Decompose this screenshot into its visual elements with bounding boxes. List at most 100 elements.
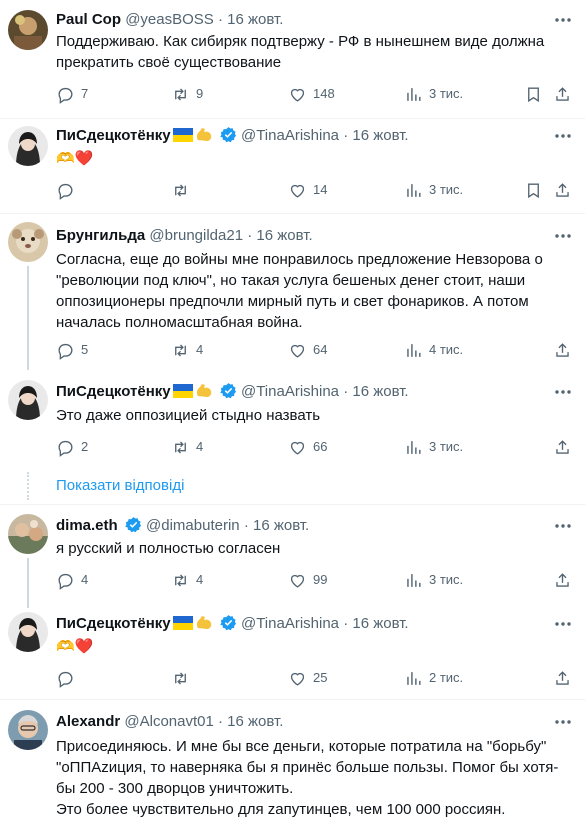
views-button[interactable]: 3 тис. (404, 570, 463, 590)
views-button[interactable]: 3 тис. (404, 437, 463, 457)
reply-icon (58, 573, 73, 590)
tweet[interactable]: dima.eth @dimabuterin · 16 жовт. я русск… (0, 505, 585, 608)
tweet-date[interactable]: 16 жовт. (253, 517, 309, 534)
author-handle[interactable]: @TinaArishina (241, 383, 339, 400)
author-name[interactable]: ПиСдецкотёнку (56, 383, 171, 400)
more-icon[interactable] (553, 126, 573, 146)
views-icon (407, 573, 421, 587)
more-icon[interactable] (553, 382, 573, 402)
repost-icon (175, 671, 186, 685)
bookmark-button[interactable] (524, 180, 549, 200)
tweet[interactable]: Брунгильда @brungilda21 · 16 жовт. Согла… (0, 214, 585, 370)
share-button[interactable] (553, 84, 578, 104)
like-button[interactable]: 66 (288, 437, 327, 457)
tweet-date[interactable]: 16 жовт. (227, 11, 283, 28)
author-handle[interactable]: @dimabuterin (146, 517, 240, 534)
separator-dot: · (343, 383, 349, 400)
tweet-date[interactable]: 16 жовт. (352, 615, 408, 632)
verified-badge-icon (220, 614, 237, 634)
views-button[interactable]: 4 тис. (404, 340, 463, 360)
reply-button[interactable] (56, 668, 81, 688)
like-icon (290, 344, 305, 358)
share-button[interactable] (553, 437, 578, 457)
ukraine-flag-icon (172, 616, 193, 634)
separator-dot: · (247, 227, 253, 244)
reply-button[interactable]: 2 (56, 437, 88, 457)
like-button[interactable]: 148 (288, 84, 335, 104)
more-icon[interactable] (553, 10, 573, 30)
tweet-actions: 2 4 66 3 тис. (0, 437, 585, 457)
avatar[interactable] (8, 514, 48, 554)
like-icon (290, 184, 305, 198)
avatar[interactable] (8, 222, 48, 262)
author-handle[interactable]: @TinaArishina (241, 127, 339, 144)
tweet-text: Это даже оппозицией стыдно назвать (56, 407, 321, 424)
thread-dots (27, 472, 29, 500)
share-button[interactable] (553, 180, 578, 200)
author-name[interactable]: Брунгильда (56, 227, 145, 244)
tweet-date[interactable]: 16 жовт. (256, 227, 312, 244)
repost-icon (175, 573, 186, 587)
share-icon (556, 86, 569, 101)
avatar[interactable] (8, 126, 48, 166)
avatar[interactable] (8, 710, 48, 750)
tweet-date[interactable]: 16 жовт. (352, 127, 408, 144)
bookmark-button[interactable] (524, 84, 549, 104)
share-button[interactable] (553, 668, 578, 688)
repost-button[interactable] (171, 180, 196, 200)
reply-icon (58, 183, 73, 200)
tweet[interactable]: ПиСдецкотёнку @TinaArishina · 16 жовт. 🫶… (0, 601, 585, 699)
author-handle[interactable]: @brungilda21 (149, 227, 243, 244)
author-name[interactable]: ПиСдецкотёнку (56, 615, 171, 632)
tweet[interactable]: Paul Cop @yeasBOSS · 16 жовт. Поддержива… (0, 0, 585, 118)
view-count: 4 тис. (429, 342, 464, 357)
tweet[interactable]: ПиСдецкотёнку @TinaArishina · 16 жовт. Э… (0, 368, 585, 468)
author-name[interactable]: Alexandr (56, 713, 120, 730)
views-button[interactable]: 3 тис. (404, 180, 463, 200)
like-button[interactable]: 99 (288, 570, 327, 590)
repost-button[interactable]: 9 (171, 84, 203, 104)
reply-button[interactable]: 5 (56, 340, 88, 360)
show-replies-link[interactable]: Показати відповіді (56, 476, 184, 496)
view-count: 3 тис. (429, 572, 464, 587)
reply-button[interactable]: 7 (56, 84, 88, 104)
like-button[interactable]: 64 (288, 340, 327, 360)
tweet-date[interactable]: 16 жовт. (227, 713, 283, 730)
author-name[interactable]: ПиСдецкотёнку (56, 127, 171, 144)
share-icon (556, 670, 569, 685)
repost-button[interactable]: 4 (171, 340, 203, 360)
share-icon (556, 572, 569, 587)
like-icon (290, 88, 305, 102)
author-name[interactable]: dima.eth (56, 517, 118, 534)
author-handle[interactable]: @yeasBOSS (125, 11, 214, 28)
share-button[interactable] (553, 340, 578, 360)
more-icon[interactable] (553, 226, 573, 246)
repost-button[interactable]: 4 (171, 437, 203, 457)
share-button[interactable] (553, 570, 578, 590)
author-handle[interactable]: @Alconavt01 (124, 713, 213, 730)
views-button[interactable]: 3 тис. (404, 84, 463, 104)
avatar[interactable] (8, 612, 48, 652)
avatar[interactable] (8, 10, 48, 50)
view-count: 3 тис. (429, 439, 464, 454)
repost-button[interactable]: 4 (171, 570, 203, 590)
repost-count: 4 (196, 439, 204, 454)
tweet-date[interactable]: 16 жовт. (352, 383, 408, 400)
more-icon[interactable] (553, 516, 573, 536)
tweet[interactable]: ПиСдецкотёнку @TinaArishina · 16 жовт. 🫶… (0, 119, 585, 213)
reply-button[interactable] (56, 180, 81, 200)
repost-button[interactable] (171, 668, 196, 688)
like-button[interactable]: 14 (288, 180, 327, 200)
like-icon (290, 574, 305, 588)
author-name[interactable]: Paul Cop (56, 11, 121, 28)
views-button[interactable]: 2 тис. (404, 668, 463, 688)
tweet-text: Согласна, еще до войны мне понравилось п… (56, 251, 543, 331)
tweet[interactable]: Alexandr @Alconavt01 · 16 жовт. Присоеди… (0, 700, 585, 820)
avatar[interactable] (8, 380, 48, 420)
more-icon[interactable] (553, 712, 573, 732)
like-button[interactable]: 25 (288, 668, 327, 688)
replies-feed: Paul Cop @yeasBOSS · 16 жовт. Поддержива… (0, 0, 585, 820)
reply-button[interactable]: 4 (56, 570, 88, 590)
author-handle[interactable]: @TinaArishina (241, 615, 339, 632)
more-icon[interactable] (553, 614, 573, 634)
